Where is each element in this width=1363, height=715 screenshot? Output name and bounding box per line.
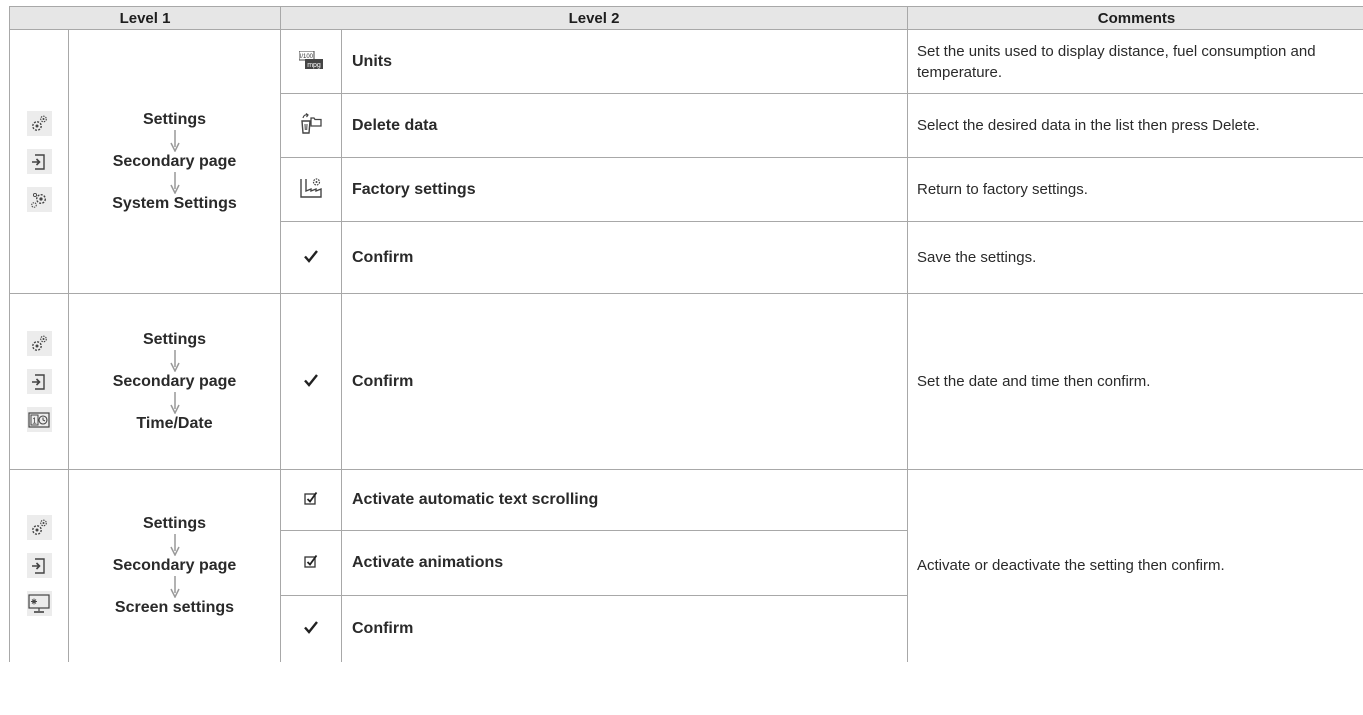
table-row: Settings Secondary page System Settings … <box>9 29 1363 294</box>
comment-cell: Set the units used to display distance, … <box>907 29 1363 94</box>
units-icon: l/100 mpg <box>280 29 342 94</box>
comment-cell: Return to factory settings. <box>907 157 1363 222</box>
arrow-down-icon <box>169 171 180 194</box>
level2-label: Delete data <box>341 93 908 158</box>
level2-label: Activate automatic text scrolling <box>341 469 908 531</box>
delete-data-icon <box>280 93 342 158</box>
secondary-page-icon <box>26 149 52 174</box>
time-date-icon: 1 <box>26 407 52 432</box>
screen-settings-icon <box>26 591 52 617</box>
arrow-down-icon <box>169 129 180 152</box>
level1-path: Settings Secondary page System Settings <box>68 29 281 294</box>
arrow-down-icon <box>169 575 180 598</box>
level2-label: Factory settings <box>341 157 908 222</box>
arrow-down-icon <box>169 533 180 556</box>
comment-cell: Activate or deactivate the setting then … <box>907 469 1363 662</box>
path-step: Settings <box>142 110 207 128</box>
path-step: System Settings <box>112 194 237 212</box>
settings-gear-icon <box>26 331 52 356</box>
comment-cell: Save the settings. <box>907 221 1363 294</box>
checkbox-icon <box>280 530 342 596</box>
level2-label: Confirm <box>341 293 908 470</box>
level2-label: Activate animations <box>341 530 908 596</box>
path-step: Secondary page <box>112 152 237 170</box>
header-level1: Level 1 <box>9 6 281 30</box>
system-settings-icon <box>26 187 52 212</box>
level1-icons: 1 <box>9 293 69 470</box>
checkmark-icon <box>280 595 342 662</box>
checkmark-icon <box>280 221 342 294</box>
path-step: Time/Date <box>136 414 213 432</box>
level1-path: Settings Secondary page Time/Date <box>68 293 281 470</box>
arrow-down-icon <box>169 391 180 414</box>
level1-path: Settings Secondary page Screen settings <box>68 469 281 662</box>
secondary-page-icon <box>26 369 52 394</box>
path-step: Screen settings <box>114 598 235 616</box>
settings-gear-icon <box>26 111 52 136</box>
comment-cell: Set the date and time then confirm. <box>907 293 1363 470</box>
path-step: Settings <box>142 514 207 532</box>
path-step: Secondary page <box>112 372 237 390</box>
level2-label: Confirm <box>341 221 908 294</box>
checkbox-icon <box>280 469 342 531</box>
header-row: Level 1 Level 2 Comments <box>9 6 1363 30</box>
secondary-page-icon <box>26 553 52 579</box>
level2-label: Units <box>341 29 908 94</box>
comment-cell: Select the desired data in the list then… <box>907 93 1363 158</box>
table-row: 1 Settings Secondary page Time/Date Conf… <box>9 293 1363 470</box>
path-step: Secondary page <box>112 556 237 574</box>
path-step: Settings <box>142 330 207 348</box>
settings-table: Level 1 Level 2 Comments Settings Second… <box>9 6 1363 662</box>
settings-gear-icon <box>26 515 52 541</box>
header-comments: Comments <box>907 6 1363 30</box>
level2-label: Confirm <box>341 595 908 662</box>
header-level2: Level 2 <box>280 6 908 30</box>
factory-settings-icon <box>280 157 342 222</box>
arrow-down-icon <box>169 349 180 372</box>
level1-icons <box>9 469 69 662</box>
checkmark-icon <box>280 293 342 470</box>
svg-text:1: 1 <box>32 416 37 425</box>
level1-icons <box>9 29 69 294</box>
svg-text:mpg: mpg <box>307 62 321 69</box>
table-row: Settings Secondary page Screen settings … <box>9 469 1363 662</box>
